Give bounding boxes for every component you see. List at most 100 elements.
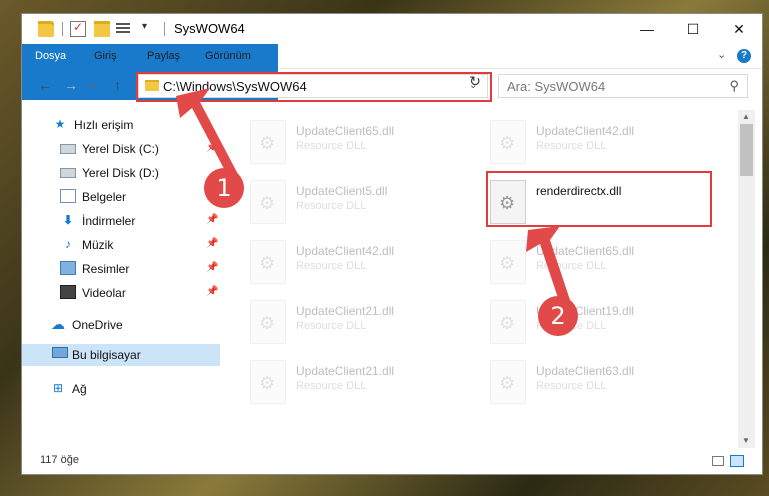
sidebar-item-label: Videolar xyxy=(82,286,126,300)
drive-icon xyxy=(60,144,76,154)
file-name: UpdateClient65.dll xyxy=(536,244,635,258)
file-type: Resource DLL xyxy=(296,140,367,152)
tab-view[interactable]: Görünüm xyxy=(193,44,263,68)
scroll-down-icon[interactable]: ▼ xyxy=(742,436,750,445)
sidebar-item-onedrive[interactable]: ☁ OneDrive xyxy=(22,314,220,336)
file-type: Resource DLL xyxy=(296,260,367,272)
chevron-down-icon[interactable]: ▾ xyxy=(142,21,147,32)
search-icon: ⚲ xyxy=(729,78,739,93)
pictures-icon xyxy=(60,261,76,275)
forward-button[interactable]: → xyxy=(64,77,78,93)
this-pc-icon xyxy=(52,347,68,358)
documents-icon xyxy=(60,189,76,203)
step-badge-2: 2 xyxy=(538,296,578,336)
file-type: Resource DLL xyxy=(536,380,607,392)
file-list: UpdateClient65.dll Resource DLL UpdateCl… xyxy=(222,110,738,446)
status-bar: 117 öğe xyxy=(22,448,762,474)
title-separator xyxy=(164,22,165,36)
dll-file-icon xyxy=(490,120,526,164)
videos-icon xyxy=(60,285,76,299)
dll-file-icon xyxy=(490,240,526,284)
details-view-icon[interactable] xyxy=(712,456,724,466)
pin-icon[interactable]: 📌 xyxy=(206,142,218,153)
network-icon: ⊞ xyxy=(52,381,64,395)
file-item[interactable]: UpdateClient21.dll Resource DLL xyxy=(250,298,480,354)
sidebar-item-label: İndirmeler xyxy=(82,214,136,228)
pin-icon[interactable]: 📌 xyxy=(206,238,218,249)
dll-file-icon xyxy=(490,300,526,344)
pin-icon[interactable]: 📌 xyxy=(206,214,218,225)
file-name: UpdateClient5.dll xyxy=(296,184,388,198)
sidebar-item-network[interactable]: ⊞ Ağ xyxy=(22,378,220,400)
file-item[interactable]: UpdateClient63.dll Resource DLL xyxy=(490,358,720,414)
sidebar-item-label: Resimler xyxy=(82,262,130,276)
sidebar-item-downloads[interactable]: ⬇ İndirmeler 📌 xyxy=(22,210,220,232)
drive-icon xyxy=(60,168,76,178)
file-item[interactable]: UpdateClient65.dll Resource DLL xyxy=(490,238,720,294)
file-item[interactable]: UpdateClient42.dll Resource DLL xyxy=(250,238,480,294)
file-item[interactable]: UpdateClient65.dll Resource DLL xyxy=(250,118,480,174)
properties-icon[interactable] xyxy=(70,20,86,37)
pin-icon[interactable]: 📌 xyxy=(206,286,218,297)
back-button[interactable]: ← xyxy=(38,77,52,93)
search-input[interactable]: Ara: SysWOW64 ⚲ xyxy=(498,74,748,98)
tab-home[interactable]: Giriş xyxy=(82,44,129,68)
sidebar-item-label: Müzik xyxy=(82,238,114,252)
sidebar-item-videos[interactable]: Videolar 📌 xyxy=(22,282,220,304)
file-type: Resource DLL xyxy=(296,200,367,212)
sidebar-item-quick-access[interactable]: ★ Hızlı erişim xyxy=(22,114,220,136)
close-button[interactable]: ✕ xyxy=(716,14,762,44)
search-placeholder: Ara: SysWOW64 xyxy=(507,79,606,94)
dll-file-icon xyxy=(490,360,526,404)
file-name: UpdateClient21.dll xyxy=(296,364,395,378)
recent-locations-button[interactable]: ▾ xyxy=(90,81,95,92)
sidebar-item-label: Ağ xyxy=(72,382,87,396)
window-title: SysWOW64 xyxy=(174,21,245,36)
maximize-button[interactable]: ☐ xyxy=(670,14,716,44)
file-item[interactable]: UpdateClient42.dll Resource DLL xyxy=(490,118,720,174)
large-icons-view-icon[interactable] xyxy=(730,455,744,467)
scroll-up-icon[interactable]: ▲ xyxy=(742,112,750,121)
sidebar-item-documents[interactable]: Belgeler 📌 xyxy=(22,186,220,208)
vertical-scrollbar[interactable]: ▲ ▼ xyxy=(738,110,755,448)
minimize-button[interactable]: — xyxy=(624,14,670,44)
file-item[interactable]: UpdateClient5.dll Resource DLL xyxy=(250,178,480,234)
customize-toolbar-icon[interactable] xyxy=(116,21,130,37)
file-name: UpdateClient65.dll xyxy=(296,124,395,138)
sidebar-item-this-pc[interactable]: Bu bilgisayar xyxy=(22,344,220,366)
sidebar-item-local-disk-d[interactable]: Yerel Disk (D:) xyxy=(22,162,220,184)
file-item[interactable]: UpdateClient21.dll Resource DLL xyxy=(250,358,480,414)
pin-icon[interactable]: 📌 xyxy=(206,262,218,273)
sidebar-item-label: Hızlı erişim xyxy=(74,118,134,132)
file-type: Resource DLL xyxy=(296,380,367,392)
downloads-icon: ⬇ xyxy=(62,213,74,227)
file-name: UpdateClient21.dll xyxy=(296,304,395,318)
sidebar-item-label: Yerel Disk (C:) xyxy=(82,142,159,156)
title-bar: ▾ SysWOW64 — ☐ ✕ xyxy=(22,14,762,44)
file-highlight-box xyxy=(486,171,712,227)
music-icon: ♪ xyxy=(65,237,71,251)
toolbar-separator xyxy=(62,22,63,36)
file-name: UpdateClient42.dll xyxy=(536,124,635,138)
item-count: 117 öğe xyxy=(40,454,79,466)
sidebar-item-label: OneDrive xyxy=(72,318,123,332)
sidebar-item-pictures[interactable]: Resimler 📌 xyxy=(22,258,220,280)
sidebar-item-music[interactable]: ♪ Müzik 📌 xyxy=(22,234,220,256)
navigation-pane: ★ Hızlı erişim Yerel Disk (C:) 📌 Yerel D… xyxy=(22,110,220,440)
new-folder-icon[interactable] xyxy=(94,21,110,37)
sidebar-item-local-disk-c[interactable]: Yerel Disk (C:) 📌 xyxy=(22,138,220,160)
file-name: UpdateClient63.dll xyxy=(536,364,635,378)
file-type: Resource DLL xyxy=(536,260,607,272)
star-icon: ★ xyxy=(54,117,66,131)
up-button[interactable]: ↑ xyxy=(114,77,121,93)
scrollbar-thumb[interactable] xyxy=(740,124,753,176)
dll-file-icon xyxy=(250,300,286,344)
expand-ribbon-icon[interactable]: ⌄ xyxy=(717,48,726,61)
folder-icon[interactable] xyxy=(38,21,54,37)
file-type: Resource DLL xyxy=(536,140,607,152)
dll-file-icon xyxy=(250,240,286,284)
tab-share[interactable]: Paylaş xyxy=(135,44,192,68)
sidebar-item-label: Belgeler xyxy=(82,190,127,204)
help-icon[interactable]: ? xyxy=(737,49,751,63)
file-item[interactable]: UpdateClient19.dll Resource DLL xyxy=(490,298,720,354)
